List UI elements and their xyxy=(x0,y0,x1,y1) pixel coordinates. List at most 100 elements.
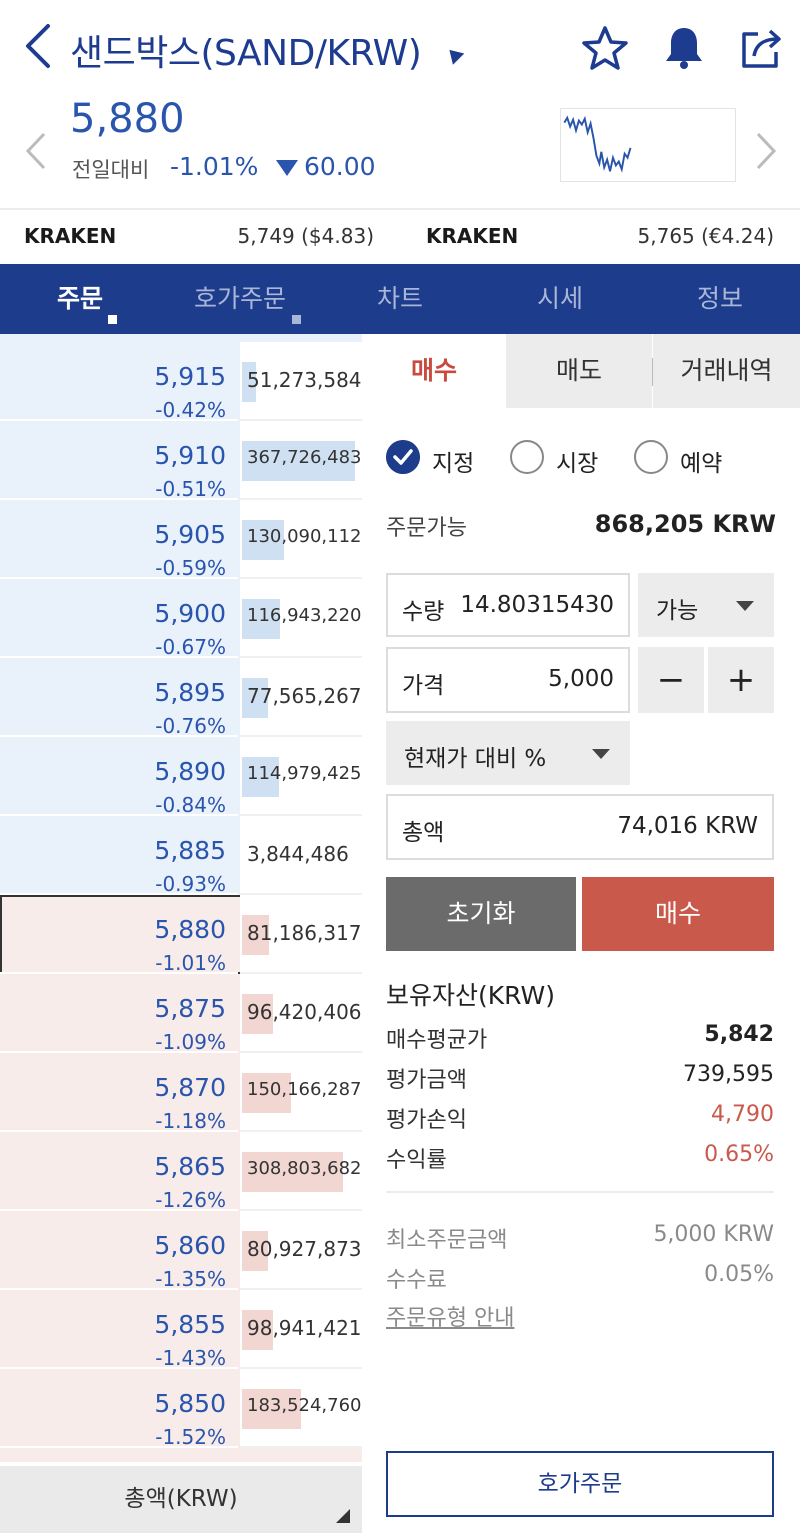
order-book-footer[interactable]: 총액(KRW) xyxy=(0,1466,362,1533)
chevron-down-icon xyxy=(592,749,610,759)
tab-sell[interactable]: 매도 xyxy=(506,334,652,408)
order-book-row[interactable]: 5,895 -0.76% 77,565,267 xyxy=(0,658,362,738)
check-icon[interactable] xyxy=(386,440,420,474)
volume-cell[interactable]: 183,524,760 xyxy=(240,1369,362,1448)
holding-label: 평가손익 xyxy=(386,1108,467,1133)
volume-cell[interactable]: 80,927,873 xyxy=(240,1211,362,1290)
order-book-row[interactable]: 5,915 -0.42% 51,273,584 xyxy=(0,342,362,422)
back-icon[interactable] xyxy=(18,22,58,70)
holding-label: 수익률 xyxy=(386,1148,447,1173)
buy-button[interactable]: 매수 xyxy=(582,877,774,951)
quantity-field[interactable]: 수량 14.80315430 xyxy=(386,573,630,637)
book-rate: -1.26% xyxy=(155,1188,226,1212)
tab-market-price[interactable]: 시세 xyxy=(480,264,640,334)
holding-return-rate: 수익률 0.65% xyxy=(386,1142,774,1176)
price-cell[interactable]: 5,905 -0.59% xyxy=(0,500,238,580)
title-dropdown-icon[interactable] xyxy=(443,44,465,65)
volume-cell[interactable]: 77,565,267 xyxy=(240,658,362,737)
quote-order-button[interactable]: 호가주문 xyxy=(386,1451,774,1517)
price-cell[interactable]: 5,870 -1.18% xyxy=(0,1053,238,1133)
order-book-row[interactable]: 5,885 -0.93% 3,844,486 xyxy=(0,816,362,896)
price-cell[interactable]: 5,910 -0.51% xyxy=(0,421,238,501)
order-book-row[interactable]: 5,855 -1.43% 98,941,421 xyxy=(0,1290,362,1370)
share-icon[interactable] xyxy=(738,24,786,72)
volume-cell[interactable]: 81,186,317 xyxy=(240,895,362,974)
tab-order[interactable]: 주문 xyxy=(0,264,160,334)
order-book-row[interactable]: 5,890 -0.84% 114,979,425 xyxy=(0,737,362,817)
volume-cell[interactable]: 96,420,406 xyxy=(240,974,362,1053)
price-cell[interactable]: 5,865 -1.26% xyxy=(0,1132,238,1212)
volume-cell[interactable]: 367,726,483 xyxy=(240,421,362,500)
tab-buy[interactable]: 매수 xyxy=(362,334,506,408)
price-cell[interactable]: 5,855 -1.43% xyxy=(0,1290,238,1370)
book-volume: 183,524,760 xyxy=(247,1395,362,1416)
percent-dropdown[interactable]: 현재가 대비 % xyxy=(386,721,630,785)
price-cell[interactable]: 5,895 -0.76% xyxy=(0,658,238,738)
tab-quote-order[interactable]: 호가주문 xyxy=(160,264,320,334)
page-title[interactable]: 샌드박스(SAND/KRW) xyxy=(70,24,422,76)
price-field[interactable]: 가격 5,000 xyxy=(386,647,630,713)
price-cell[interactable]: 5,880 -1.01% xyxy=(0,895,238,975)
chevron-right-icon[interactable] xyxy=(752,130,780,172)
tab-history[interactable]: 거래내역 xyxy=(653,334,800,408)
order-book-row-partial xyxy=(0,1448,362,1462)
book-volume: 98,941,421 xyxy=(247,1316,362,1340)
volume-cell[interactable]: 3,844,486 xyxy=(240,816,362,895)
radio-label: 시장 xyxy=(556,451,599,477)
volume-cell[interactable]: 98,941,421 xyxy=(240,1290,362,1369)
minus-button[interactable]: − xyxy=(638,647,704,713)
min-order-amount: 최소주문금액 5,000 KRW xyxy=(386,1222,774,1256)
radio-button[interactable] xyxy=(634,440,668,474)
price-cell[interactable]: 5,850 -1.52% xyxy=(0,1369,238,1449)
order-book-row[interactable]: 5,870 -1.18% 150,166,287 xyxy=(0,1053,362,1133)
book-volume: 3,844,486 xyxy=(247,842,349,866)
price-cell[interactable]: 5,915 -0.42% xyxy=(0,342,238,422)
price-cell[interactable]: 5,860 -1.35% xyxy=(0,1211,238,1291)
exchange-name: KRAKEN xyxy=(426,224,519,248)
price-value: 5,000 xyxy=(548,666,614,692)
sparkline-icon[interactable] xyxy=(560,108,736,182)
order-book-row[interactable]: 5,900 -0.67% 116,943,220 xyxy=(0,579,362,659)
order-type-guide-link[interactable]: 주문유형 안내 xyxy=(386,1300,514,1332)
quantity-dropdown[interactable]: 가능 xyxy=(638,573,774,637)
order-book-row[interactable]: 5,910 -0.51% 367,726,483 xyxy=(0,421,362,501)
book-volume: 116,943,220 xyxy=(247,605,362,626)
order-book-row[interactable]: 5,860 -1.35% 80,927,873 xyxy=(0,1211,362,1291)
volume-cell[interactable]: 150,166,287 xyxy=(240,1053,362,1132)
price-summary: 5,880 전일대비 -1.01% 60.00 xyxy=(0,96,800,208)
price-cell[interactable]: 5,900 -0.67% xyxy=(0,579,238,659)
radio-button[interactable] xyxy=(510,440,544,474)
volume-cell[interactable]: 130,090,112 xyxy=(240,500,362,579)
book-price: 5,865 xyxy=(154,1152,226,1181)
radio-label: 지정 xyxy=(432,451,475,477)
tab-chart[interactable]: 차트 xyxy=(320,264,480,334)
order-book-row[interactable]: 5,875 -1.09% 96,420,406 xyxy=(0,974,362,1054)
order-book-row-current[interactable]: 5,880 -1.01% 81,186,317 xyxy=(0,895,362,975)
total-field[interactable]: 총액 74,016 KRW xyxy=(386,794,774,860)
bell-icon[interactable] xyxy=(660,24,708,72)
reset-button[interactable]: 초기화 xyxy=(386,877,576,951)
book-price: 5,860 xyxy=(154,1231,226,1260)
tab-info[interactable]: 정보 xyxy=(640,264,800,334)
volume-cell[interactable]: 308,803,682 xyxy=(240,1132,362,1211)
price-cell[interactable]: 5,890 -0.84% xyxy=(0,737,238,817)
star-icon[interactable] xyxy=(581,24,629,72)
tab-label: 정보 xyxy=(696,284,743,313)
price-cell[interactable]: 5,885 -0.93% xyxy=(0,816,238,896)
chevron-left-icon[interactable] xyxy=(22,130,50,172)
price-cell[interactable]: 5,875 -1.09% xyxy=(0,974,238,1054)
book-price: 5,900 xyxy=(154,599,226,628)
holding-label: 평가금액 xyxy=(386,1068,467,1093)
volume-cell[interactable]: 51,273,584 xyxy=(240,342,362,421)
book-volume: 77,565,267 xyxy=(247,684,362,708)
plus-button[interactable]: + xyxy=(708,647,774,713)
order-book-row[interactable]: 5,905 -0.59% 130,090,112 xyxy=(0,500,362,580)
order-book-row[interactable]: 5,850 -1.52% 183,524,760 xyxy=(0,1369,362,1449)
book-rate: -1.43% xyxy=(155,1346,226,1370)
volume-cell[interactable]: 114,979,425 xyxy=(240,737,362,816)
price-label: 가격 xyxy=(402,673,445,699)
book-price: 5,895 xyxy=(154,678,226,707)
order-book-row[interactable]: 5,865 -1.26% 308,803,682 xyxy=(0,1132,362,1212)
book-rate: -1.09% xyxy=(155,1030,226,1054)
volume-cell[interactable]: 116,943,220 xyxy=(240,579,362,658)
